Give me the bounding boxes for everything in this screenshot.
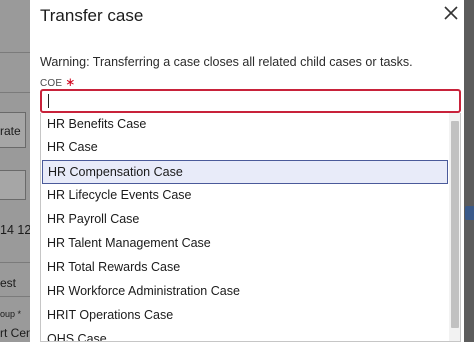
divider	[0, 296, 30, 297]
background-edge	[464, 0, 474, 342]
background-page: rate 14 12:4 est oup * rt Cente	[0, 0, 30, 342]
option-hr-lifecycle-events-case[interactable]: HR Lifecycle Events Case	[42, 184, 448, 208]
option-hr-total-rewards-case[interactable]: HR Total Rewards Case	[42, 256, 448, 280]
option-hr-workforce-administration-case[interactable]: HR Workforce Administration Case	[42, 280, 448, 304]
coe-input[interactable]	[40, 89, 461, 113]
option-hr-compensation-case[interactable]: HR Compensation Case	[42, 160, 448, 184]
background-text: oup *	[0, 309, 22, 319]
divider	[0, 92, 30, 93]
background-text: rt Cente	[0, 326, 30, 340]
transfer-case-dialog: Transfer case Warning: Transferring a ca…	[30, 0, 464, 342]
option-hr-case[interactable]: HR Case	[42, 136, 448, 160]
coe-field-label: COE ∗	[40, 75, 76, 89]
close-icon[interactable]	[442, 4, 460, 22]
required-marker: ∗	[65, 75, 76, 89]
background-field	[0, 170, 26, 200]
warning-message: Warning: Transferring a case closes all …	[40, 55, 413, 69]
background-text: rate	[0, 124, 21, 138]
option-hr-talent-management-case[interactable]: HR Talent Management Case	[42, 232, 448, 256]
option-hr-benefits-case[interactable]: HR Benefits Case	[42, 113, 448, 137]
coe-dropdown-list: HR Benefits Case HR Case HR Compensation…	[40, 113, 461, 342]
dropdown-scrollbar[interactable]	[449, 113, 460, 341]
background-button	[465, 206, 474, 220]
divider	[0, 262, 30, 263]
option-hr-payroll-case[interactable]: HR Payroll Case	[42, 208, 448, 232]
text-caret	[48, 94, 49, 108]
background-text: est	[0, 276, 17, 290]
divider	[0, 52, 30, 53]
background-text: 14 12:4	[0, 223, 30, 237]
option-ohs-case[interactable]: OHS Case	[42, 328, 448, 341]
option-hrit-operations-case[interactable]: HRIT Operations Case	[42, 304, 448, 328]
dialog-title: Transfer case	[40, 6, 144, 25]
coe-label-text: COE	[40, 78, 63, 89]
scrollbar-thumb[interactable]	[451, 121, 459, 328]
